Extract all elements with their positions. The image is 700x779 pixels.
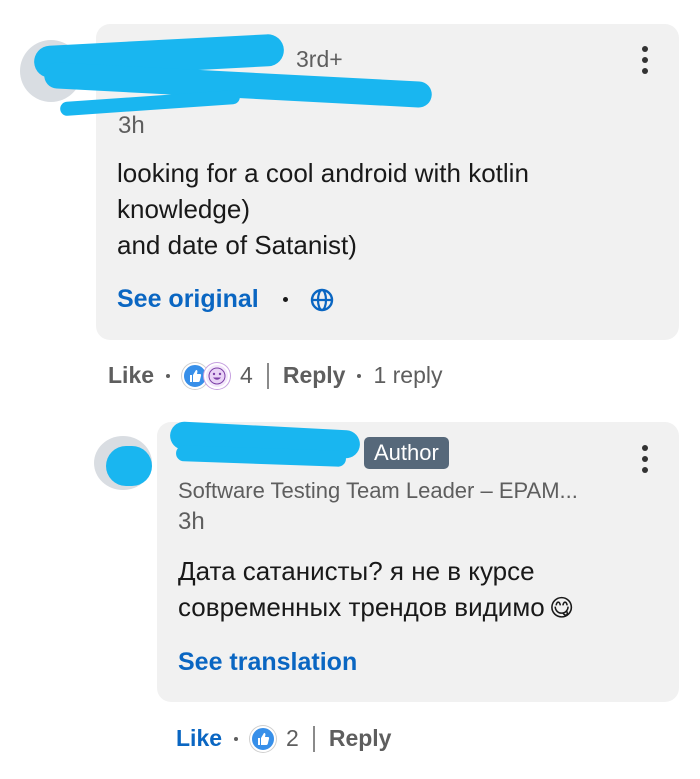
kebab-menu-icon	[642, 445, 648, 451]
like-button[interactable]: Like	[108, 362, 154, 389]
reply-count-link[interactable]: 1 reply	[373, 362, 442, 389]
comment-time: 3h	[118, 112, 145, 139]
see-original-row: See original	[117, 285, 334, 314]
reply-text: Дата сатанисты? я не в курсе современных…	[178, 556, 545, 622]
thumbs-up-icon	[250, 725, 277, 752]
kebab-menu-icon	[642, 46, 648, 52]
reply-button[interactable]: Reply	[283, 362, 346, 389]
reply-actions: Like 2 Reply	[176, 725, 391, 752]
see-translation-link[interactable]: See translation	[178, 648, 357, 677]
see-original-link[interactable]: See original	[117, 285, 259, 314]
reply-text-block: Дата сатанисты? я не в курсе современных…	[178, 553, 648, 625]
globe-icon[interactable]	[310, 288, 334, 312]
redacted-avatar	[106, 446, 152, 486]
reaction-count[interactable]: 4	[240, 362, 253, 389]
laughing-face-icon	[204, 362, 231, 389]
connection-degree: 3rd+	[296, 46, 343, 72]
reaction-count[interactable]: 2	[286, 725, 299, 752]
author-badge: Author	[364, 437, 449, 469]
face-savoring-food-emoji: 😋	[549, 595, 575, 622]
like-button[interactable]: Like	[176, 725, 222, 752]
comment-text: looking for a cool android with kotlin k…	[117, 158, 529, 260]
reply-time: 3h	[178, 508, 205, 535]
author-headline: Software Testing Team Leader – EPAM...	[178, 478, 578, 503]
reply-menu-button[interactable]	[640, 445, 650, 473]
comment-actions: Like 4 Reply 1 reply	[108, 362, 443, 389]
reply-button[interactable]: Reply	[329, 725, 392, 752]
comment-menu-button[interactable]	[640, 46, 650, 74]
